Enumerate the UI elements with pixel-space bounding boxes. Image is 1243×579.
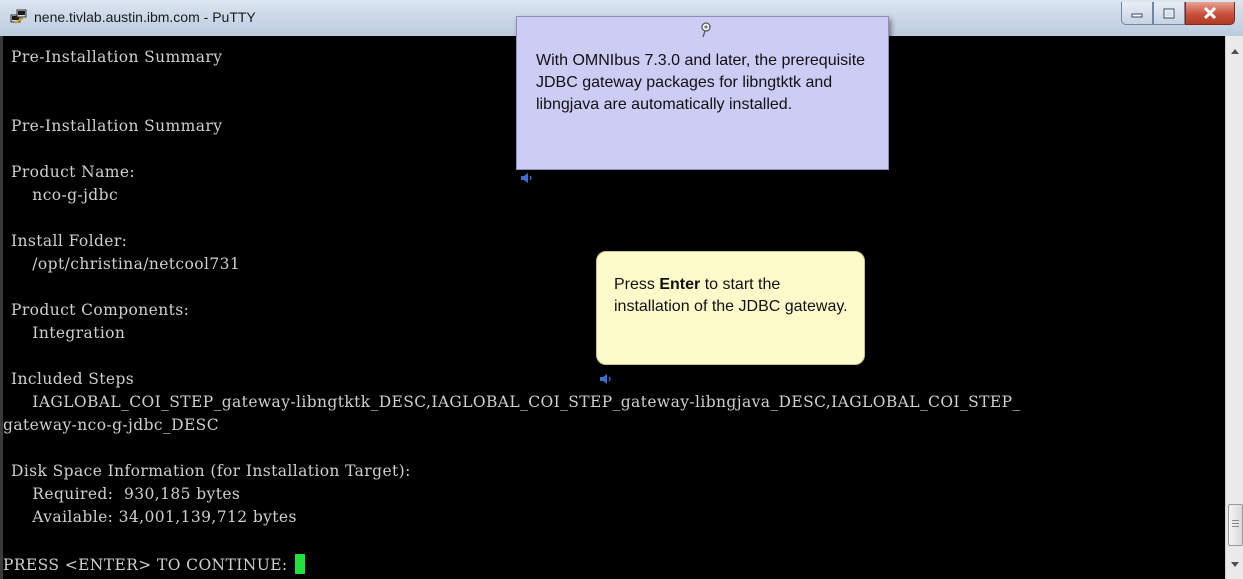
terminal-line: /opt/christina/netcool731	[11, 255, 241, 273]
scroll-down-button[interactable]	[1226, 555, 1243, 573]
putty-icon	[10, 9, 27, 24]
scroll-up-icon	[1231, 48, 1239, 54]
terminal-line: Available: 34,001,139,712 bytes	[11, 508, 297, 526]
terminal-prompt: PRESS <ENTER> TO CONTINUE:	[3, 556, 293, 574]
scrollbar-thumb[interactable]	[1228, 504, 1243, 546]
info-callout: With OMNIbus 7.3.0 and later, the prereq…	[516, 16, 889, 170]
minimize-button[interactable]	[1121, 2, 1153, 25]
terminal-line: Integration	[11, 324, 126, 342]
terminal-line: Product Name:	[11, 163, 136, 181]
terminal-line: Pre-Installation Summary	[11, 117, 223, 135]
instruction-prefix: Press	[614, 276, 660, 293]
maximize-button[interactable]	[1153, 2, 1185, 25]
instruction-callout: Press Enter to start the installation of…	[596, 251, 865, 365]
window-title: nene.tivlab.austin.ibm.com - PuTTY	[34, 9, 256, 25]
terminal-line: Required: 930,185 bytes	[11, 485, 241, 503]
terminal-line: Product Components:	[11, 301, 190, 319]
instruction-key: Enter	[659, 276, 701, 293]
minimize-icon	[1131, 13, 1143, 18]
terminal-line: Pre-Installation Summary	[11, 48, 223, 66]
terminal-line: IAGLOBAL_COI_STEP_gateway-libngtktk_DESC…	[11, 393, 1021, 411]
pin-icon	[701, 22, 711, 38]
info-callout-text: With OMNIbus 7.3.0 and later, the prereq…	[536, 52, 866, 113]
speaker-icon[interactable]	[599, 373, 613, 385]
terminal-line: Disk Space Information (for Installation…	[11, 462, 411, 480]
terminal-line: gateway-nco-g-jdbc_DESC	[3, 416, 219, 434]
vertical-scrollbar[interactable]	[1225, 36, 1243, 579]
speaker-icon[interactable]	[520, 172, 534, 184]
close-button[interactable]	[1185, 2, 1235, 25]
window-border	[0, 36, 3, 579]
terminal-line: nco-g-jdbc	[11, 186, 119, 204]
close-icon	[1203, 7, 1217, 19]
text-cursor	[294, 554, 305, 574]
maximize-icon	[1163, 8, 1175, 18]
terminal-line: Install Folder:	[11, 232, 128, 250]
scroll-up-button[interactable]	[1226, 42, 1243, 60]
scroll-down-icon	[1231, 561, 1239, 567]
terminal-line: Included Steps	[11, 370, 135, 388]
terminal-prompt-line: PRESS <ENTER> TO CONTINUE:	[3, 554, 305, 574]
